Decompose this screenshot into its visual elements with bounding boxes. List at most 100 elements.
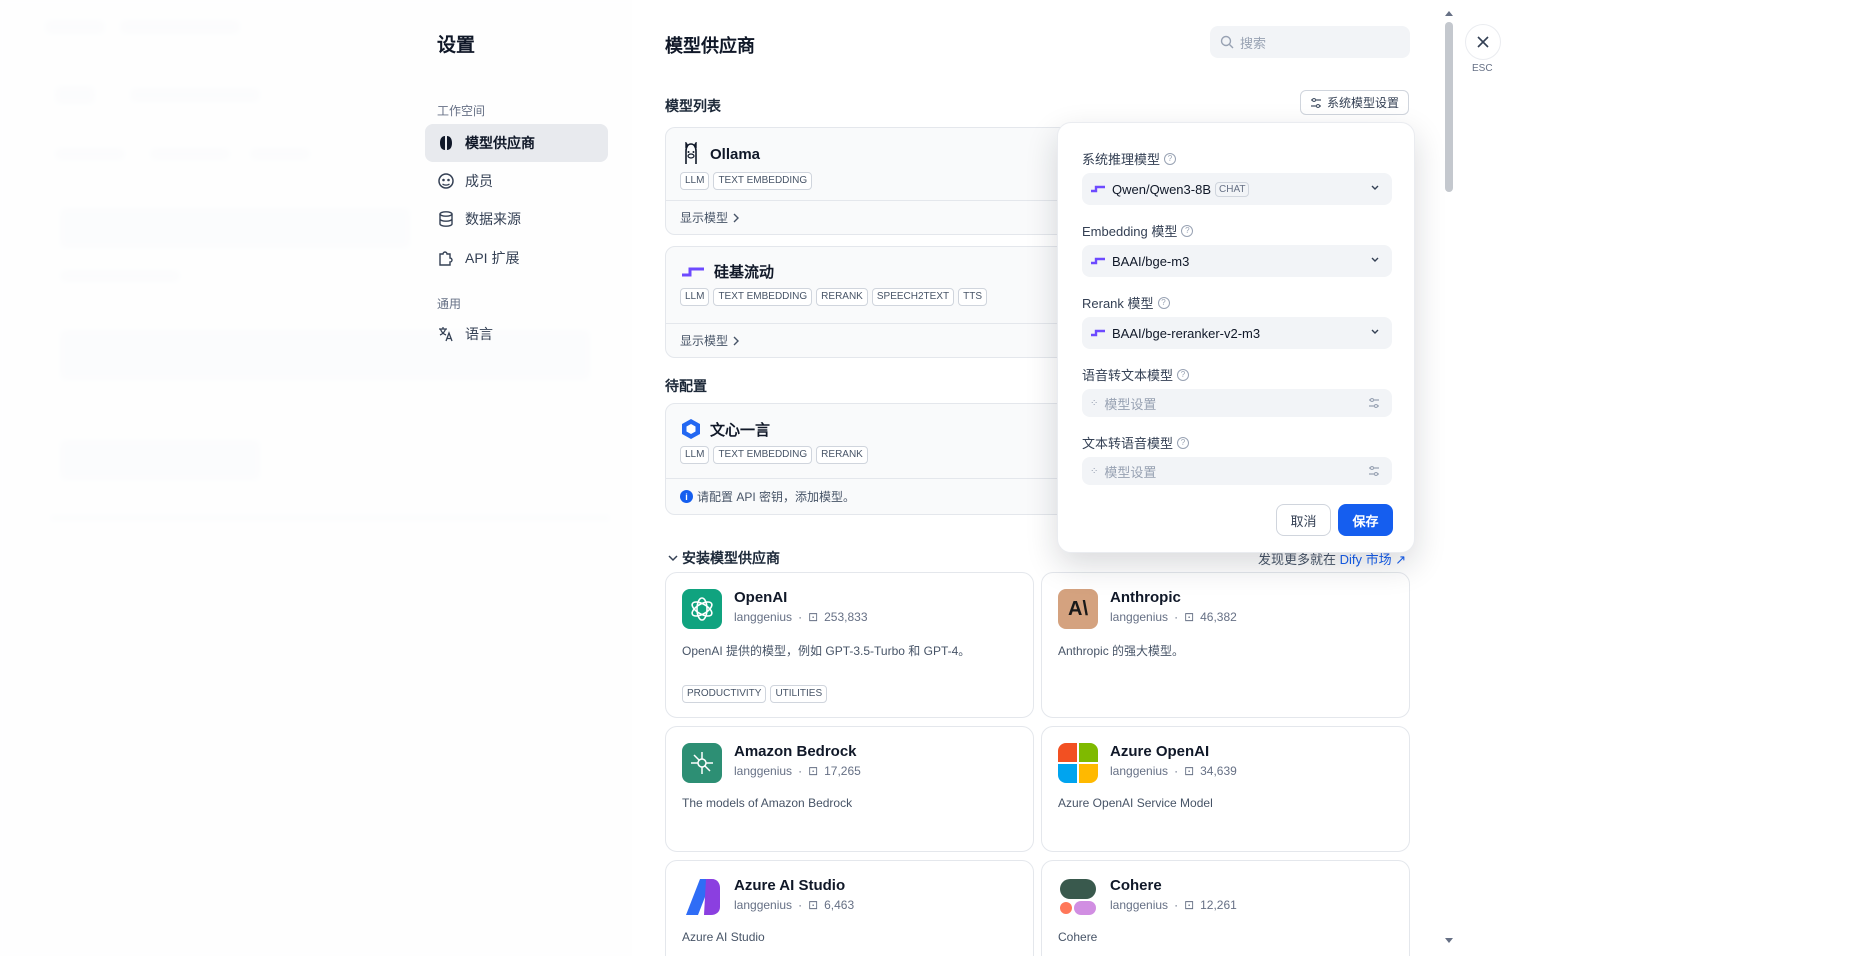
brain-icon [440, 136, 452, 150]
sidebar-item-data-sources[interactable]: 数据来源 [425, 200, 608, 238]
page-margin [1449, 0, 1865, 956]
vertical-scrollbar[interactable] [1443, 10, 1455, 944]
sidebar-item-members[interactable]: 成员 [425, 162, 608, 200]
rerank-model-value: BAAI/bge-reranker-v2-m3 [1112, 325, 1261, 341]
download-icon: ⊡ [808, 610, 819, 624]
help-icon[interactable]: ? [1181, 224, 1194, 237]
provider-tag: TTS [958, 288, 987, 306]
scroll-down-icon [1445, 938, 1453, 943]
install-count: 253,833 [824, 610, 868, 624]
install-count: 6,463 [824, 898, 855, 912]
help-icon[interactable]: ? [1177, 368, 1190, 381]
provider-tag: LLM [680, 288, 710, 306]
siliconflow-logo-icon [1091, 329, 1105, 337]
members-icon [438, 173, 454, 189]
plugin-author: langgenius [734, 610, 793, 624]
search-placeholder: 搜索 [1240, 35, 1267, 51]
provider-tag: LLM [680, 172, 710, 190]
openai-logo-icon [682, 589, 722, 629]
plugin-author: langgenius [1110, 610, 1169, 624]
tts-model-select[interactable]: ⁘ 模型设置 [1082, 457, 1392, 485]
drag-dots-icon: ⁘ [1090, 465, 1099, 477]
search-input[interactable]: 搜索 [1210, 26, 1410, 58]
plugin-description: Azure OpenAI Service Model [1058, 796, 1213, 810]
sidebar-item-model-providers[interactable]: 模型供应商 [425, 124, 608, 162]
provider-tag: RERANK [816, 446, 868, 464]
plugin-description: Cohere [1058, 930, 1098, 944]
tts-model-label-text: 文本转语音模型 [1082, 436, 1174, 451]
show-models-button[interactable]: 显示模型 [666, 323, 1084, 357]
configure-hint-text: 请配置 API 密钥，添加模型。 [697, 490, 856, 504]
provider-card-wenxin: 文心一言 LLM TEXT EMBEDDING RERANK i 请配置 API… [665, 403, 1085, 515]
marketplace-card-azure-openai[interactable]: Azure OpenAI langgenius · ⊡ 34,639 Azure … [1041, 726, 1410, 852]
sidebar-item-label: 成员 [465, 173, 493, 189]
help-icon[interactable]: ? [1177, 436, 1190, 449]
sidebar-item-api-extension[interactable]: API 扩展 [425, 239, 608, 277]
sidebar-item-label: 模型供应商 [465, 135, 535, 151]
rerank-model-select[interactable]: BAAI/bge-reranker-v2-m3 [1082, 317, 1392, 349]
provider-card-siliconflow: 硅基流动 LLM TEXT EMBEDDING RERANK SPEECH2TE… [665, 246, 1085, 358]
sidebar-item-label: API 扩展 [465, 250, 520, 266]
provider-name: 硅基流动 [714, 264, 775, 281]
plugin-name: Cohere [1110, 877, 1162, 894]
close-button[interactable] [1465, 24, 1501, 60]
plugin-author: langgenius [734, 764, 793, 778]
plugin-tag: UTILITIES [770, 685, 828, 703]
show-models-label: 显示模型 [680, 211, 729, 225]
provider-tag: LLM [680, 446, 710, 464]
help-icon[interactable]: ? [1164, 152, 1177, 165]
plugin-name: Anthropic [1110, 589, 1181, 606]
system-model-settings-label: 系统模型设置 [1326, 96, 1399, 110]
provider-tag: TEXT EMBEDDING [713, 446, 813, 464]
install-count: 12,261 [1200, 898, 1237, 912]
plugin-description: Azure AI Studio [682, 930, 765, 944]
provider-tag: SPEECH2TEXT [871, 288, 955, 306]
translate-icon [439, 327, 453, 342]
provider-tag: RERANK [816, 288, 868, 306]
sidebar-item-label: 语言 [465, 326, 493, 342]
marketplace-card-cohere[interactable]: Cohere langgenius · ⊡ 12,261 Cohere [1041, 860, 1410, 956]
scroll-up-icon [1445, 11, 1453, 16]
show-models-button[interactable]: 显示模型 [666, 200, 1084, 234]
plugin-name: Amazon Bedrock [734, 743, 857, 760]
search-icon [1220, 35, 1234, 49]
plugin-author: langgenius [1110, 898, 1169, 912]
system-model-settings-popover: 系统推理模型 ? Qwen/Qwen3-8B CHAT Embedding 模型… [1057, 122, 1415, 553]
reasoning-model-select[interactable]: Qwen/Qwen3-8B CHAT [1082, 173, 1392, 205]
marketplace-card-azure-ai-studio[interactable]: Azure AI Studio langgenius · ⊡ 6,463 Azur… [665, 860, 1034, 956]
chevron-down-icon [668, 555, 678, 562]
plugin-author: langgenius [1110, 764, 1169, 778]
cancel-button[interactable]: 取消 [1276, 504, 1331, 536]
general-section-label: 通用 [437, 297, 462, 311]
sidebar-item-language[interactable]: 语言 [425, 315, 608, 353]
marketplace-card-anthropic[interactable]: A\ Anthropic langgenius · ⊡ 46,382 Anthro… [1041, 572, 1410, 718]
drag-dots-icon: ⁘ [1090, 397, 1099, 409]
download-icon: ⊡ [1184, 610, 1195, 624]
show-models-label: 显示模型 [680, 334, 729, 348]
provider-name: 文心一言 [710, 421, 771, 439]
plugin-description: OpenAI 提供的模型，例如 GPT-3.5-Turbo 和 GPT-4。 [682, 644, 971, 658]
help-icon[interactable]: ? [1157, 296, 1170, 309]
install-providers-toggle[interactable]: 安装模型供应商 [668, 548, 780, 568]
marketplace-card-amazon-bedrock[interactable]: Amazon Bedrock langgenius · ⊡ 17,265 The … [665, 726, 1034, 852]
embedding-model-select[interactable]: BAAI/bge-m3 [1082, 245, 1392, 277]
anthropic-logo-icon: A\ [1058, 589, 1098, 629]
reasoning-model-value: Qwen/Qwen3-8B [1112, 181, 1211, 197]
marketplace-link-text: Dify 市场 [1339, 552, 1392, 567]
marketplace-card-openai[interactable]: OpenAI langgenius · ⊡ 253,833 OpenAI 提供的模… [665, 572, 1034, 718]
azure-ai-studio-logo-icon [682, 877, 722, 917]
esc-hint: ESC [1472, 63, 1493, 74]
configure-api-key-hint[interactable]: i 请配置 API 密钥，添加模型。 [666, 478, 1084, 514]
provider-tag: TEXT EMBEDDING [713, 288, 813, 306]
database-icon [439, 211, 453, 227]
puzzle-icon [439, 251, 453, 266]
scrollbar-thumb [1445, 22, 1453, 192]
tts-model-label: 文本转语音模型 ? [1082, 433, 1190, 452]
save-button[interactable]: 保存 [1338, 504, 1393, 536]
plugin-tag: PRODUCTIVITY [682, 685, 767, 703]
download-icon: ⊡ [808, 764, 819, 778]
stt-model-select[interactable]: ⁘ 模型设置 [1082, 389, 1392, 417]
system-model-settings-button[interactable]: 系统模型设置 [1300, 90, 1409, 115]
chevron-down-icon [1371, 329, 1379, 334]
provider-name: Ollama [710, 145, 761, 163]
